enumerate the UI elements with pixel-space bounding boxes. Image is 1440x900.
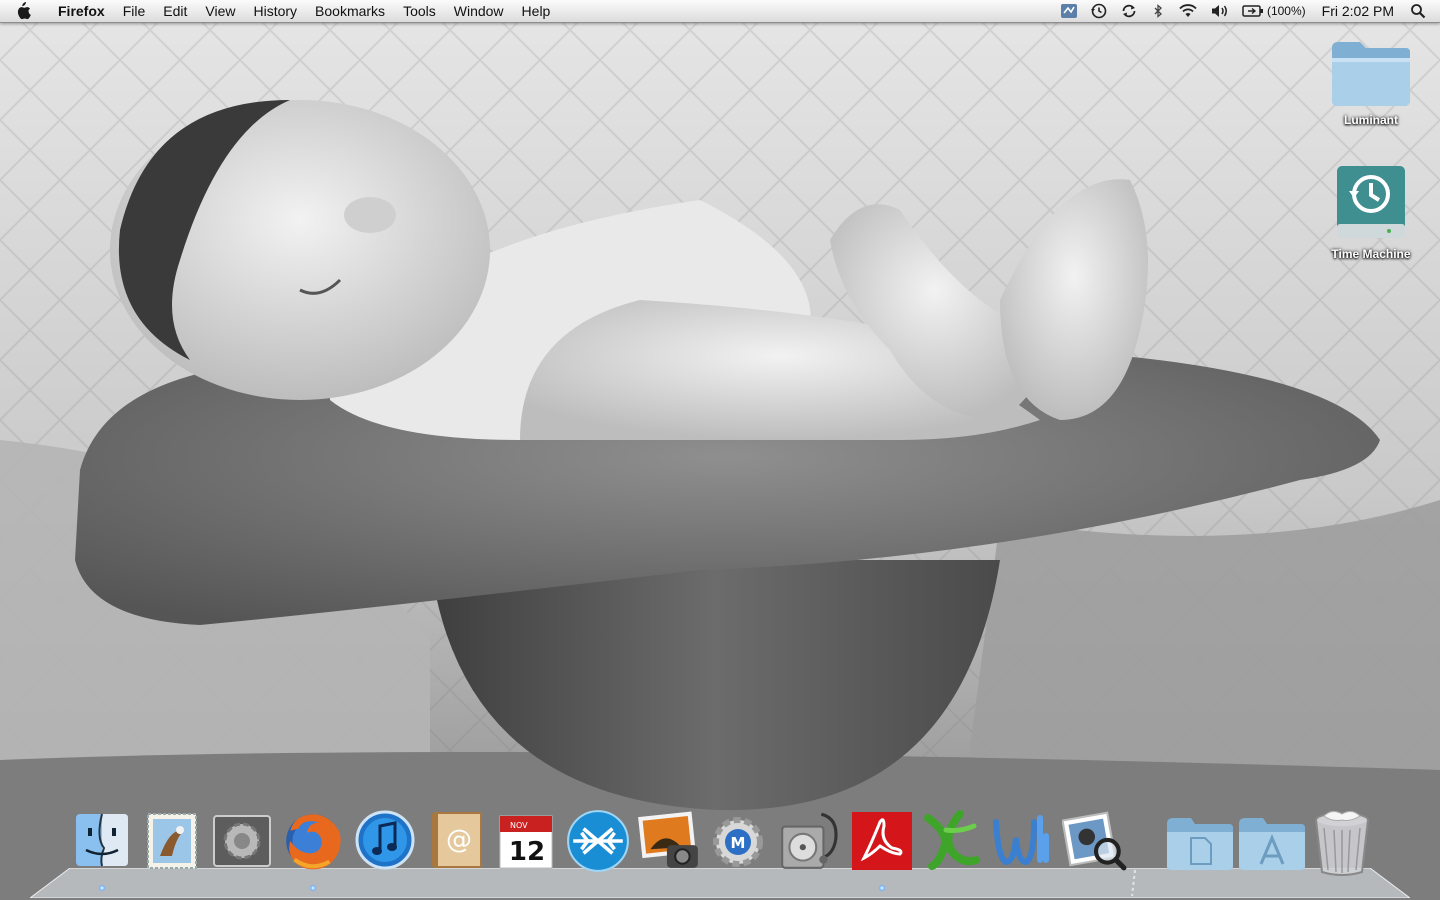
network-monitor-icon[interactable] (1054, 0, 1084, 22)
app-menu-firefox[interactable]: Firefox (46, 0, 114, 22)
apple-icon[interactable] (0, 0, 46, 22)
dock-iphoto[interactable] (636, 808, 700, 878)
dock-applications-stack[interactable] (1237, 808, 1305, 878)
firefox-icon (286, 814, 341, 870)
volume-icon[interactable] (1204, 0, 1236, 22)
sync-icon[interactable] (1114, 0, 1144, 22)
acrobat-reader-icon (852, 812, 912, 870)
dock-frostwire[interactable] (565, 808, 629, 878)
ical-month: NOV (510, 821, 528, 830)
menu-bar: Firefox File Edit View History Bookmarks… (0, 0, 1440, 23)
dock-word[interactable] (990, 808, 1054, 878)
preview-icon (1062, 811, 1127, 871)
desktop-icon-time-machine[interactable]: Time Machine (1316, 164, 1426, 261)
running-indicator-finder (99, 885, 105, 891)
finder-icon (76, 813, 128, 867)
menu-help[interactable]: Help (513, 0, 560, 22)
ical-icon: NOV 12 (499, 815, 553, 869)
dock-itunes[interactable] (353, 808, 417, 878)
time-machine-icon[interactable] (1084, 0, 1114, 22)
mail-icon (147, 813, 197, 869)
desktop-icon-label: Time Machine (1331, 247, 1411, 261)
menu-view[interactable]: View (196, 0, 244, 22)
dock-preview[interactable] (1062, 808, 1127, 878)
word-icon (993, 815, 1049, 866)
spotlight-icon[interactable] (1404, 0, 1440, 22)
dock-trash[interactable] (1310, 808, 1374, 878)
documents-stack-icon (1167, 818, 1233, 870)
menu-clock[interactable]: Fri 2:02 PM (1312, 3, 1404, 19)
time-machine-drive-icon (1337, 166, 1405, 238)
svg-text:M: M (731, 834, 746, 852)
dock-system-preferences[interactable] (210, 808, 274, 878)
battery-percentage: (100%) (1266, 4, 1306, 18)
trash-icon (1315, 810, 1369, 876)
dock-documents-stack[interactable] (1165, 808, 1233, 878)
dock-acrobat-reader[interactable] (850, 808, 914, 878)
dock-mail[interactable] (140, 808, 204, 878)
running-indicator-acrobat (879, 885, 885, 891)
menu-history[interactable]: History (244, 0, 306, 22)
itunes-icon (355, 810, 415, 870)
excel-icon (924, 810, 980, 870)
system-preferences-icon (213, 815, 271, 867)
menu-file[interactable]: File (114, 0, 155, 22)
ical-day: 12 (509, 837, 545, 867)
menu-window[interactable]: Window (445, 0, 513, 22)
dock-excel[interactable] (920, 808, 984, 878)
disk-utility-icon (781, 812, 838, 869)
wifi-icon[interactable] (1172, 0, 1204, 22)
menu-tools[interactable]: Tools (394, 0, 445, 22)
battery-icon[interactable]: (100%) (1236, 0, 1312, 22)
menu-bookmarks[interactable]: Bookmarks (306, 0, 394, 22)
dock: @ NOV 12 M (0, 808, 1440, 900)
iphoto-icon (638, 811, 698, 868)
desktop-icon-luminant[interactable]: Luminant (1316, 38, 1426, 127)
frostwire-icon (567, 810, 629, 872)
desktop-icon-label: Luminant (1344, 113, 1398, 127)
running-indicator-firefox (310, 885, 316, 891)
dock-finder[interactable] (70, 808, 134, 878)
dock-address-book[interactable]: @ (424, 808, 488, 878)
address-book-icon: @ (432, 812, 482, 868)
dock-ical[interactable]: NOV 12 (494, 808, 558, 878)
mainstage-utility-icon: M (713, 817, 763, 867)
menu-edit[interactable]: Edit (154, 0, 196, 22)
dock-disk-utility[interactable] (776, 808, 840, 878)
dock-utility-m[interactable]: M (706, 808, 770, 878)
folder-icon (1332, 42, 1410, 106)
desktop-wallpaper (0, 0, 1440, 900)
dock-firefox[interactable] (280, 808, 344, 878)
svg-text:@: @ (446, 825, 472, 855)
applications-stack-icon (1239, 818, 1305, 870)
bluetooth-icon[interactable] (1144, 0, 1172, 22)
